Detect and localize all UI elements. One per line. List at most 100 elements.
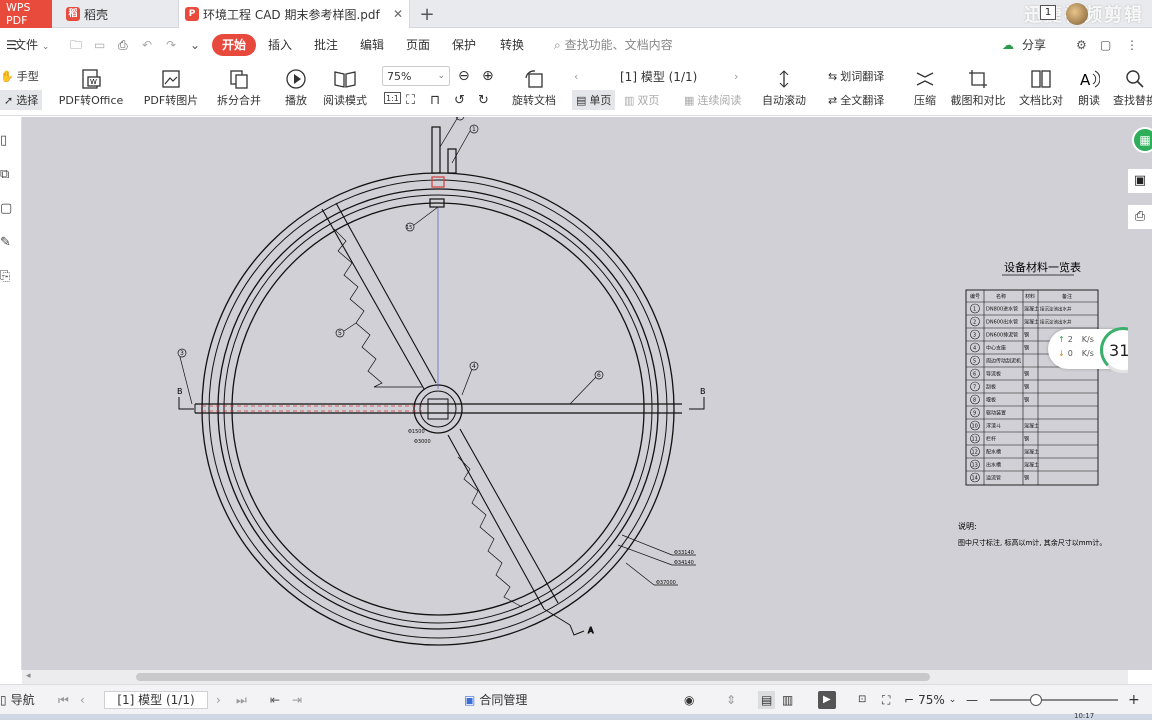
annotation-icon[interactable]: ✎: [0, 235, 11, 250]
pdf-to-image-button[interactable]: PDF转图片: [140, 66, 202, 108]
scroll-thumb[interactable]: [136, 673, 930, 681]
more-icon[interactable]: ⋮: [1122, 34, 1142, 56]
hand-tool[interactable]: ✋ 手型: [0, 66, 39, 86]
actual-size-icon[interactable]: 1:1: [384, 92, 401, 104]
menu-convert[interactable]: 转换: [496, 34, 528, 56]
contract-manage-button[interactable]: ▣ 合同管理: [464, 691, 527, 709]
fit-icon[interactable]: ⇕: [726, 691, 736, 709]
play-button[interactable]: 播放: [280, 66, 312, 108]
undo-icon[interactable]: ↶: [138, 34, 156, 56]
tab-wps-pdf[interactable]: WPS PDF: [0, 0, 52, 28]
tab-document[interactable]: P 环境工程 CAD 期末参考样图.pdf ✕: [178, 0, 410, 28]
select-tool[interactable]: ➚ 选择: [0, 90, 43, 110]
continuous-read-button[interactable]: ▦ 连续阅读: [684, 90, 741, 110]
new-tab-button[interactable]: +: [414, 0, 440, 28]
menu-edit[interactable]: 编辑: [356, 34, 388, 56]
attachment-icon[interactable]: ⎘: [0, 269, 10, 284]
auto-scroll-button[interactable]: 自动滚动: [756, 66, 812, 108]
tab-daoke[interactable]: 稻 稻壳: [60, 0, 172, 28]
table-cell-no: 12: [972, 450, 978, 456]
table-cell-name: 驱动装置: [986, 410, 1006, 417]
word-translate-button[interactable]: ⇆ 划词翻译: [828, 66, 884, 86]
quick-access-chevron-icon[interactable]: ⌄: [186, 34, 204, 56]
play-status-icon[interactable]: ▶: [818, 691, 836, 709]
single-view-icon[interactable]: ▤: [758, 691, 776, 709]
callout-text-1: 1: [472, 126, 476, 133]
zoom-minus-icon[interactable]: —: [966, 691, 978, 709]
menu-start[interactable]: 开始: [212, 34, 257, 56]
find-replace-button[interactable]: 查找替换: [1110, 66, 1152, 108]
menu-protect[interactable]: 保护: [448, 34, 480, 56]
cloud-sync-icon[interactable]: ☁: [998, 34, 1018, 56]
open-folder-icon[interactable]: 🗀: [66, 34, 86, 56]
rotate-right-icon[interactable]: ↻: [478, 90, 489, 110]
full-translate-button[interactable]: ⇄ 全文翻译: [828, 90, 884, 110]
menu-annotate[interactable]: 批注: [310, 34, 342, 56]
document-canvas[interactable]: B B A 1 3 4 5 6 15 Φ1500 Φ3000 Φ33140 Φ3…: [22, 117, 1128, 670]
zoom-status[interactable]: ⌐ 75% ⌄: [904, 691, 956, 709]
taskbar-strip: 10:17: [0, 712, 1152, 720]
fit-page-icon[interactable]: ⛶: [406, 90, 415, 110]
close-tab-icon[interactable]: ✕: [393, 7, 403, 21]
bookmark-icon[interactable]: ▯: [0, 133, 7, 148]
prev-page-icon[interactable]: ‹: [574, 66, 578, 86]
print-panel-icon[interactable]: ⎙: [1128, 205, 1152, 229]
double-view-icon[interactable]: ▥: [782, 691, 793, 709]
back-icon[interactable]: ⇤: [270, 691, 280, 709]
compress-button[interactable]: 压缩: [910, 66, 940, 108]
redo-icon[interactable]: ↷: [162, 34, 180, 56]
read-mode-button[interactable]: 阅读模式: [320, 66, 370, 108]
share-button[interactable]: 分享: [1018, 34, 1050, 56]
nav-button[interactable]: ▯ 导航: [0, 691, 35, 709]
status-page-indicator[interactable]: [1] 模型 (1/1): [104, 691, 208, 709]
fit-page-status-icon[interactable]: ⛶: [882, 691, 890, 709]
pdf-to-image-label: PDF转图片: [143, 94, 199, 107]
double-page-button[interactable]: ▥ 双页: [624, 90, 659, 110]
read-aloud-button[interactable]: A 朗读: [1074, 66, 1104, 108]
zoom-out-icon[interactable]: ⊖: [458, 66, 470, 86]
doc-compare-button[interactable]: 文档比对: [1016, 66, 1066, 108]
first-page-icon[interactable]: ⏮: [58, 691, 69, 709]
table-cell-material: 钢: [1024, 475, 1029, 482]
comment-icon[interactable]: ▢: [1096, 34, 1115, 56]
zoom-slider-knob[interactable]: [1030, 694, 1042, 706]
last-page-icon[interactable]: ⏭: [236, 691, 247, 709]
scroll-left-icon[interactable]: ◂: [26, 671, 31, 681]
page-icon[interactable]: ▢: [0, 201, 12, 216]
next-page-status-icon[interactable]: ›: [216, 691, 221, 709]
print-icon[interactable]: ⎙: [114, 34, 132, 56]
table-app-icon[interactable]: ▦: [1132, 127, 1152, 153]
menu-file[interactable]: 文件 ⌄: [10, 34, 53, 56]
rotate-document-button[interactable]: 旋转文档: [508, 66, 560, 108]
cad-drawing: B B A 1 3 4 5 6 15 Φ1500 Φ3000 Φ33140 Φ3…: [177, 117, 1106, 646]
nav-icon: ▯: [0, 693, 7, 707]
horizontal-scrollbar[interactable]: ◂: [22, 670, 1128, 684]
save-icon[interactable]: ▭: [90, 34, 109, 56]
thumbnail-icon[interactable]: ⧉: [0, 167, 9, 182]
zoom-plus-icon[interactable]: +: [1128, 691, 1140, 709]
menu-insert[interactable]: 插入: [264, 34, 296, 56]
screenshot-compare-button[interactable]: 截图和对比: [948, 66, 1008, 108]
table-cell-name: DN600出水管: [986, 319, 1018, 326]
zoom-select[interactable]: 75% ⌄: [382, 66, 450, 86]
prev-page-status-icon[interactable]: ‹: [80, 691, 85, 709]
zoom-slider[interactable]: [990, 694, 1118, 706]
next-page-icon[interactable]: ›: [734, 66, 738, 86]
page-indicator[interactable]: [1] 模型 (1/1): [620, 66, 697, 86]
rotate-left-icon[interactable]: ↺: [454, 90, 465, 110]
image-panel-icon[interactable]: ▣: [1128, 169, 1152, 193]
feature-search[interactable]: ⌕ 查找功能、文档内容: [550, 34, 677, 56]
leader-15: [413, 206, 439, 226]
eye-protection-icon[interactable]: ◉: [684, 691, 694, 709]
single-page-button[interactable]: ▤ 单页: [572, 90, 616, 110]
split-merge-button[interactable]: 拆分合并: [210, 66, 268, 108]
window-count-badge[interactable]: 1: [1040, 5, 1056, 20]
zoom-in-icon[interactable]: ⊕: [482, 66, 494, 86]
fit-width-icon[interactable]: ⊓: [430, 90, 440, 110]
pdf-to-office-button[interactable]: W PDF转Office: [54, 66, 128, 108]
actual-size-status-icon[interactable]: ⊡: [858, 691, 866, 709]
forward-icon[interactable]: ⇥: [292, 691, 302, 709]
user-avatar[interactable]: [1066, 3, 1088, 25]
settings-icon[interactable]: ⚙: [1072, 34, 1091, 56]
menu-page[interactable]: 页面: [402, 34, 434, 56]
